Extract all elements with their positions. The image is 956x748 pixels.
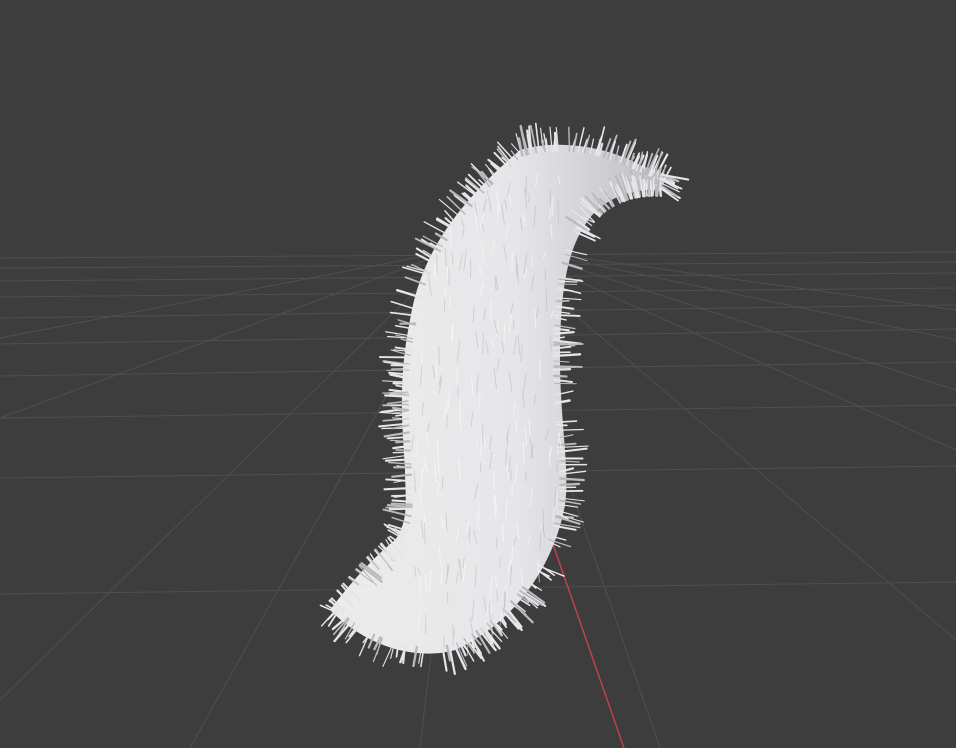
fur-strand bbox=[391, 499, 413, 503]
fur-strand bbox=[552, 367, 572, 371]
fur-strand bbox=[557, 289, 574, 292]
fur-strand bbox=[553, 343, 584, 346]
fur-strand bbox=[522, 441, 525, 465]
fur-strand bbox=[553, 331, 575, 335]
fur-strand bbox=[383, 486, 413, 491]
fur-strand bbox=[649, 179, 653, 197]
fur-strand bbox=[503, 322, 506, 344]
viewport-scene bbox=[0, 122, 956, 748]
fur-strand bbox=[395, 440, 411, 444]
fur-strand bbox=[568, 126, 571, 152]
fur-strand bbox=[555, 299, 570, 303]
fur-strand bbox=[558, 280, 578, 283]
fur-strand bbox=[531, 254, 533, 268]
fur-strand bbox=[433, 262, 436, 276]
fur-tail-object[interactable] bbox=[319, 122, 690, 675]
fur-strand bbox=[559, 482, 581, 487]
fur-strand bbox=[553, 365, 583, 368]
fur-strand bbox=[449, 294, 451, 308]
fur-strand bbox=[556, 420, 578, 424]
fur-strand bbox=[384, 458, 412, 462]
fur-strand bbox=[544, 268, 547, 282]
fur-strand bbox=[438, 198, 463, 219]
fur-strand bbox=[384, 394, 410, 398]
fur-strand bbox=[553, 374, 568, 378]
fur-strand bbox=[553, 131, 558, 152]
x-axis-line bbox=[547, 529, 625, 748]
fur-strand bbox=[556, 428, 584, 431]
fur-strand bbox=[452, 624, 454, 640]
fur-strand bbox=[381, 391, 409, 394]
fur-strand bbox=[424, 522, 426, 544]
fur-strand bbox=[647, 178, 651, 197]
fur-strand bbox=[476, 440, 478, 451]
fur-strand bbox=[390, 502, 413, 506]
fur-strand bbox=[510, 600, 527, 616]
fur-strand bbox=[559, 477, 585, 482]
fur-strand bbox=[536, 564, 565, 577]
fur-strand bbox=[557, 199, 560, 223]
fur-strand bbox=[642, 178, 646, 198]
fur-strand bbox=[554, 314, 581, 317]
3d-viewport[interactable] bbox=[0, 0, 956, 748]
fur-strand bbox=[557, 442, 577, 446]
